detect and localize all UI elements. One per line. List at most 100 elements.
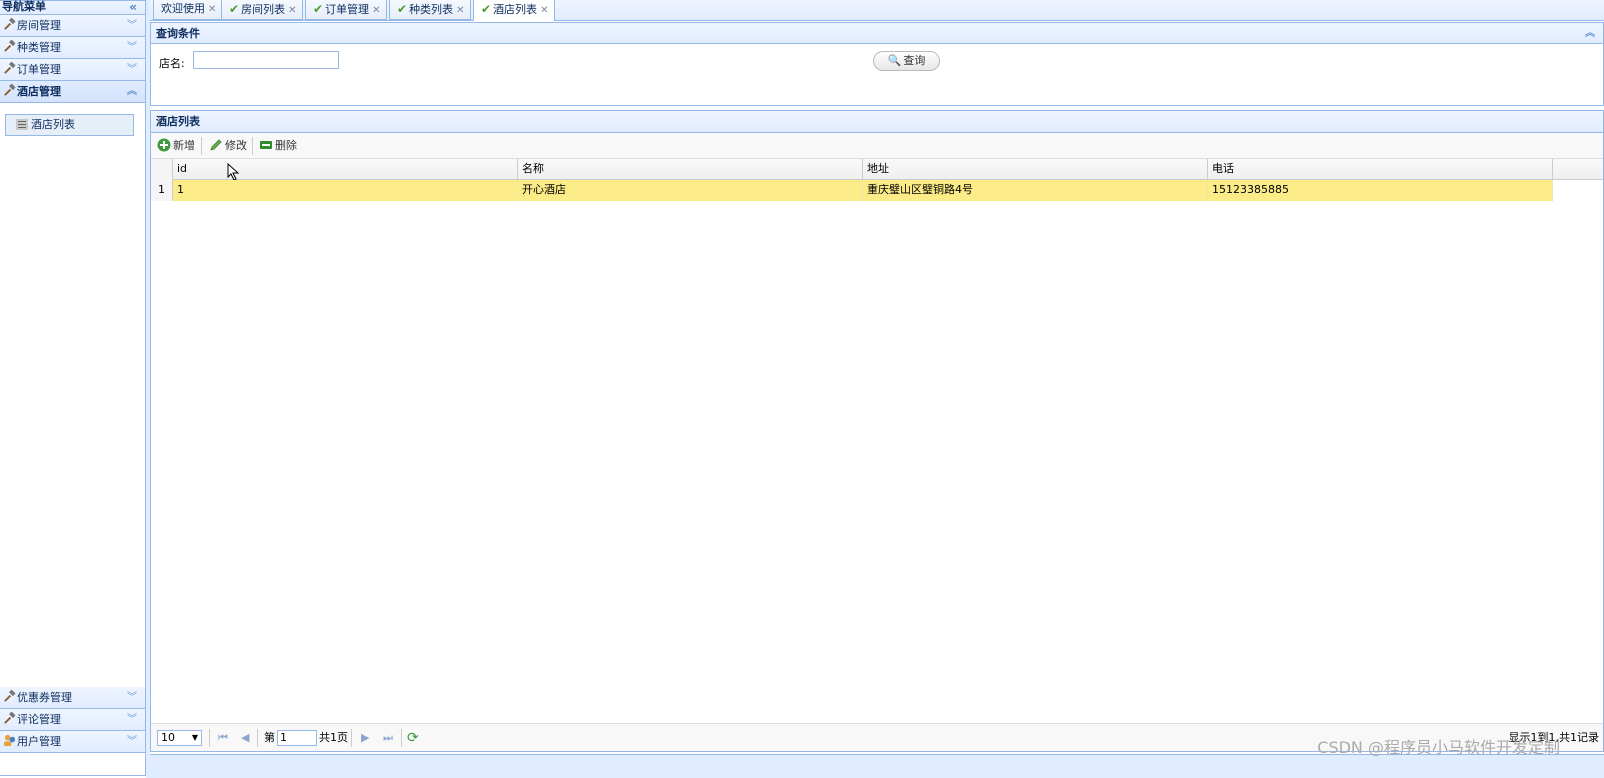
- nav-section-label: 酒店管理: [17, 85, 61, 98]
- nav-section-rooms[interactable]: 房间管理 ︾: [0, 15, 145, 37]
- search-button-label: 查询: [903, 54, 926, 67]
- edit-button-label: 修改: [225, 139, 247, 152]
- hammer-icon: [4, 84, 16, 96]
- add-icon: [157, 138, 171, 152]
- chevron-up-icon[interactable]: ︽: [1585, 23, 1595, 45]
- tab-bar: 欢迎使用 ✕ ✔ 房间列表 ✕ ✔ 订单管理 ✕ ✔ 种类列表 ✕ ✔ 酒店列表 ✕: [150, 0, 1604, 21]
- hammer-icon: [4, 62, 16, 74]
- tab-room-list[interactable]: ✔ 房间列表 ✕: [221, 0, 304, 20]
- hammer-icon: [4, 712, 16, 724]
- refresh-icon[interactable]: ⟳: [407, 730, 419, 746]
- main-area: 欢迎使用 ✕ ✔ 房间列表 ✕ ✔ 订单管理 ✕ ✔ 种类列表 ✕ ✔ 酒店列表 ✕ 查询条件 ︽…: [150, 0, 1604, 778]
- last-page-icon[interactable]: ⏭: [383, 730, 393, 746]
- shop-name-input[interactable]: [193, 51, 339, 69]
- close-icon[interactable]: ✕: [288, 5, 296, 16]
- nav-section-body: 酒店列表: [0, 103, 145, 693]
- row-number: 1: [151, 180, 173, 201]
- chevron-down-icon[interactable]: ︾: [127, 709, 137, 730]
- page-size-select[interactable]: 10 ▼: [157, 730, 202, 746]
- search-button[interactable]: 🔍 查询: [873, 51, 940, 71]
- tab-hotel-list[interactable]: ✔ 酒店列表 ✕: [473, 0, 556, 21]
- hotel-table: id 名称 地址 电话 1 1 开心酒店 重庆璧山区璧铜路4号 15123385…: [151, 159, 1603, 201]
- nav-section-hotels[interactable]: 酒店管理 ︽: [0, 81, 145, 103]
- hotel-list-panel: 酒店列表 新增 修改 删除 id 名称 地址 电话 1 1 开心酒店 重庆璧山区…: [150, 110, 1604, 752]
- close-icon[interactable]: ✕: [456, 5, 464, 16]
- pager-divider: [351, 729, 352, 747]
- dropdown-arrow-icon: ▼: [191, 733, 198, 742]
- toolbar-divider: [201, 137, 202, 155]
- pencil-icon: [210, 139, 222, 151]
- tab-label: 酒店列表: [493, 3, 538, 16]
- chevron-down-icon[interactable]: ︾: [127, 687, 137, 708]
- table-header-row: id 名称 地址 电话: [151, 159, 1603, 181]
- close-icon[interactable]: ✕: [540, 5, 548, 16]
- nav-section-label: 优惠券管理: [17, 691, 72, 704]
- page-total: 共1页: [319, 731, 348, 744]
- nav-section-types[interactable]: 种类管理 ︾: [0, 37, 145, 59]
- list-panel-header: 酒店列表: [151, 111, 1603, 133]
- tab-label: 欢迎使用: [161, 2, 205, 15]
- tab-order-manage[interactable]: ✔ 订单管理 ✕: [305, 0, 388, 20]
- column-header-phone[interactable]: 电话: [1208, 159, 1553, 180]
- chevron-down-icon[interactable]: ︾: [127, 731, 137, 752]
- page-number-input[interactable]: 1: [277, 730, 317, 746]
- check-icon: ✔: [397, 2, 408, 16]
- row-selection: 1 开心酒店 重庆璧山区璧铜路4号 15123385885: [173, 180, 1553, 201]
- collapse-left-icon[interactable]: «: [129, 1, 137, 13]
- pager-divider: [257, 729, 258, 747]
- close-icon[interactable]: ✕: [372, 5, 380, 16]
- nav-sidebar: 导航菜单 « 房间管理 ︾ 种类管理 ︾ 订单管理 ︾ 酒店管理 ︽ 酒店列表 …: [0, 0, 146, 776]
- hammer-icon: [4, 40, 16, 52]
- delete-icon: [260, 141, 272, 149]
- column-header-address[interactable]: 地址: [863, 159, 1208, 180]
- row-number-header: [151, 159, 173, 180]
- users-icon: [3, 734, 16, 747]
- delete-button[interactable]: 删除: [259, 137, 297, 155]
- nav-header: 导航菜单 «: [0, 1, 145, 15]
- list-icon: [16, 119, 28, 130]
- toolbar-divider: [252, 137, 253, 155]
- nav-section-orders[interactable]: 订单管理 ︾: [0, 59, 145, 81]
- page-size-value: 10: [161, 731, 175, 744]
- nav-section-reviews[interactable]: 评论管理 ︾: [0, 709, 145, 731]
- query-panel: 查询条件 ︽ 店名: 🔍 查询: [150, 22, 1604, 106]
- shop-name-label: 店名:: [159, 57, 185, 70]
- nav-title: 导航菜单: [2, 0, 46, 13]
- nav-section-label: 种类管理: [17, 41, 61, 54]
- edit-button[interactable]: 修改: [209, 137, 247, 155]
- chevron-up-icon[interactable]: ︽: [127, 81, 137, 102]
- tab-welcome[interactable]: 欢迎使用 ✕: [153, 0, 224, 20]
- nav-section-label: 用户管理: [17, 735, 61, 748]
- hammer-icon: [4, 690, 16, 702]
- nav-section-label: 房间管理: [17, 19, 61, 32]
- add-button[interactable]: 新增: [157, 137, 195, 155]
- table-row[interactable]: 1 1 开心酒店 重庆璧山区璧铜路4号 15123385885: [151, 180, 1603, 201]
- chevron-down-icon[interactable]: ︾: [127, 59, 137, 80]
- tab-label: 种类列表: [409, 3, 454, 16]
- delete-button-label: 删除: [275, 139, 297, 152]
- first-page-icon[interactable]: ⏮: [218, 730, 228, 746]
- column-header-name[interactable]: 名称: [518, 159, 863, 180]
- nav-section-coupons[interactable]: 优惠券管理 ︾: [0, 687, 145, 709]
- tab-label: 订单管理: [325, 3, 370, 16]
- prev-page-icon[interactable]: ◀: [241, 730, 249, 746]
- close-icon[interactable]: ✕: [208, 4, 216, 15]
- hammer-icon: [4, 18, 16, 30]
- column-header-id[interactable]: id: [173, 159, 518, 180]
- app-root: 导航菜单 « 房间管理 ︾ 种类管理 ︾ 订单管理 ︾ 酒店管理 ︽ 酒店列表 …: [0, 0, 1604, 778]
- cell-id: 1: [173, 180, 518, 201]
- nav-item-hotel-list[interactable]: 酒店列表: [5, 114, 134, 136]
- cell-name: 开心酒店: [518, 180, 863, 201]
- next-page-icon[interactable]: ▶: [361, 730, 369, 746]
- query-panel-header: 查询条件 ︽: [150, 22, 1604, 44]
- chevron-down-icon[interactable]: ︾: [127, 15, 137, 36]
- query-panel-title: 查询条件: [156, 27, 200, 40]
- tab-type-list[interactable]: ✔ 种类列表 ✕: [389, 0, 472, 20]
- chevron-down-icon[interactable]: ︾: [127, 37, 137, 58]
- watermark: CSDN @程序员小马软件开发定制: [1317, 738, 1560, 757]
- check-icon: ✔: [229, 2, 240, 16]
- cell-phone: 15123385885: [1208, 180, 1553, 201]
- page-prefix: 第: [264, 731, 275, 744]
- list-panel-title: 酒店列表: [156, 115, 200, 128]
- nav-section-users[interactable]: 用户管理 ︾: [0, 731, 145, 753]
